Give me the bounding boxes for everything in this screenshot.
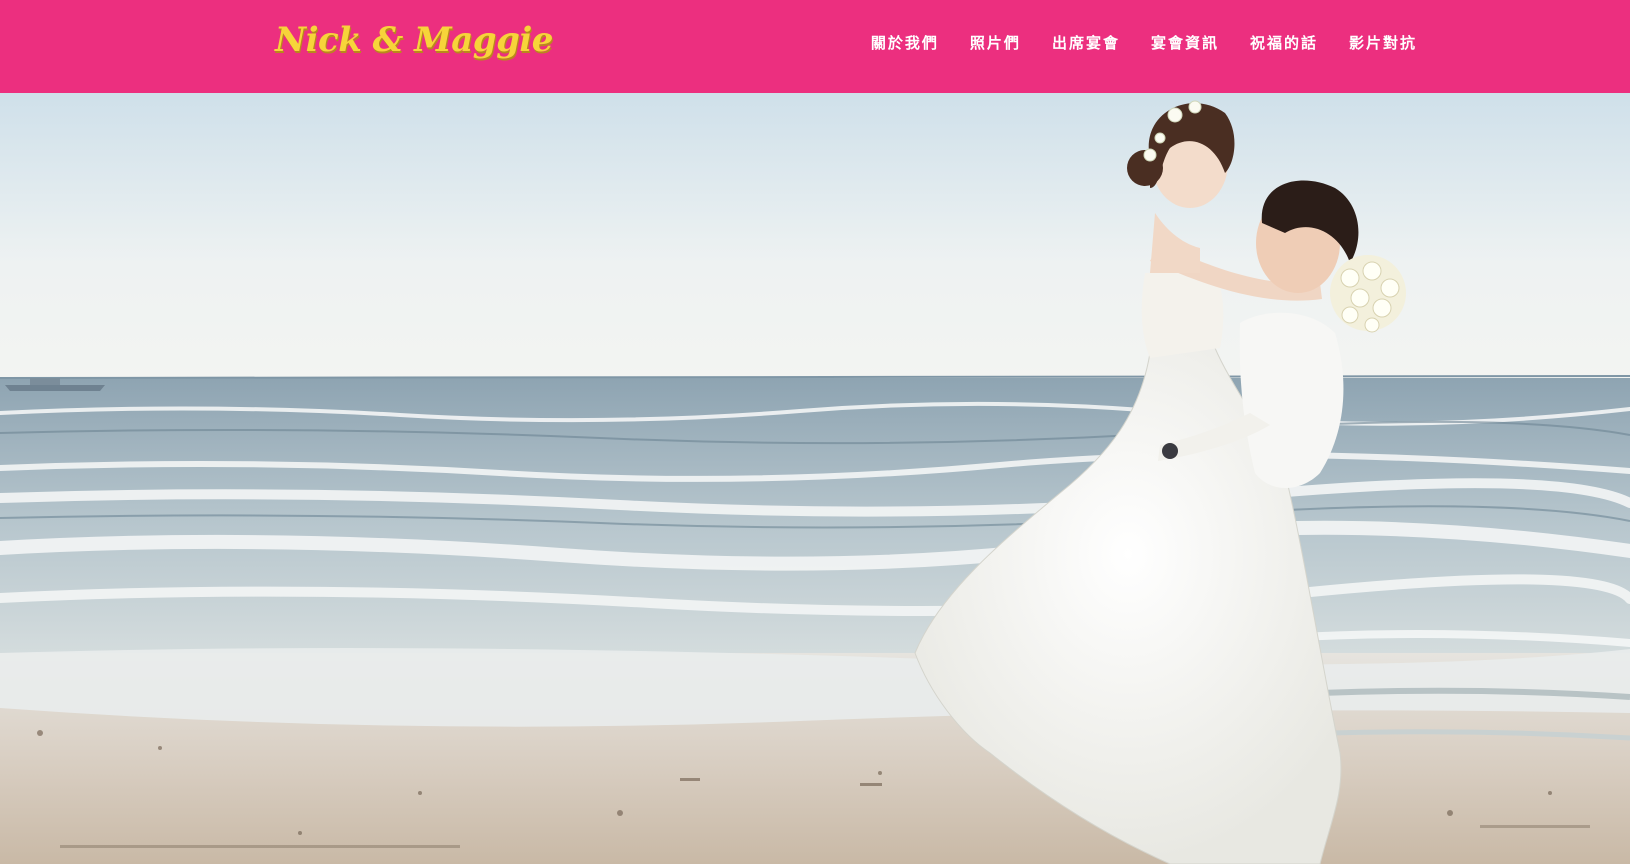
site-logo[interactable]: Nick & Maggie: [275, 20, 553, 60]
nav-link-photos[interactable]: 照片們: [970, 34, 1021, 52]
hero-banner: [0, 93, 1630, 864]
nav-item-video: 影片對抗: [1349, 32, 1417, 53]
nav-item-about: 關於我們: [871, 32, 939, 53]
sky: [0, 93, 1630, 378]
nav-item-photos: 照片們: [970, 32, 1021, 53]
nav-link-banquet-info[interactable]: 宴會資訊: [1151, 34, 1219, 52]
nav-item-rsvp: 出席宴會: [1052, 32, 1120, 53]
nav-item-blessings: 祝福的話: [1250, 32, 1318, 53]
top-navbar: Nick & Maggie 關於我們 照片們 出席宴會 宴會資訊 祝福的話 影片…: [0, 0, 1630, 93]
nav-link-blessings[interactable]: 祝福的話: [1250, 34, 1318, 52]
nav-item-banquet-info: 宴會資訊: [1151, 32, 1219, 53]
nav-link-video[interactable]: 影片對抗: [1349, 34, 1417, 52]
main-nav: 關於我們 照片們 出席宴會 宴會資訊 祝福的話 影片對抗: [871, 32, 1417, 53]
nav-link-about[interactable]: 關於我們: [871, 34, 939, 52]
boat: [5, 385, 105, 391]
watch: [1162, 443, 1178, 459]
nav-link-rsvp[interactable]: 出席宴會: [1052, 34, 1120, 52]
hero-photo: [0, 93, 1630, 864]
